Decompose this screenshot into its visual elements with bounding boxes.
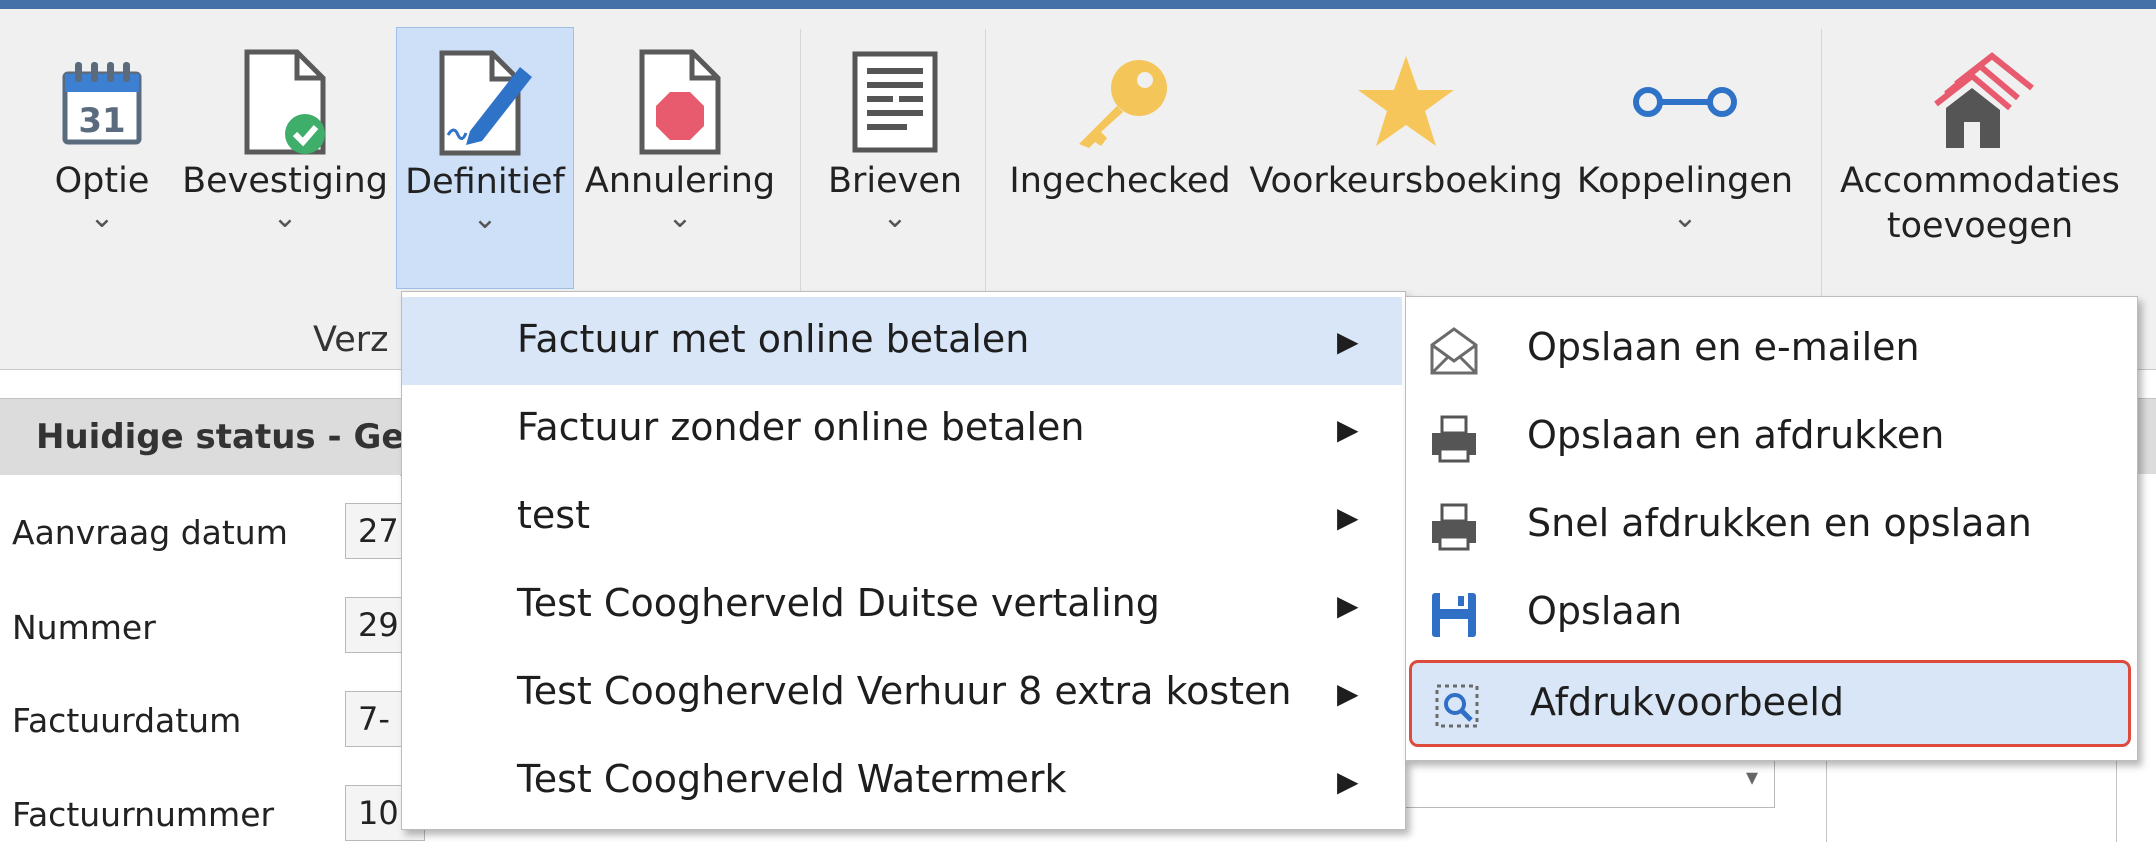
- submenu-item-label: Afdrukvoorbeeld: [1530, 680, 1845, 724]
- chevron-down-icon: ⌄: [667, 200, 693, 235]
- menu-item-test-coogherveld-duitse-vertaling[interactable]: Test Coogherveld Duitse vertaling ▶: [402, 561, 1402, 649]
- ingechecked-label: Ingechecked: [1009, 161, 1231, 201]
- submenu-arrow-icon: ▶: [1337, 413, 1359, 446]
- brieven-button[interactable]: Brieven ⌄: [820, 27, 970, 289]
- submenu-item-label: Opslaan: [1527, 589, 1683, 633]
- menu-item-test-coogherveld-verhuur-8-extra-kosten[interactable]: Test Coogherveld Verhuur 8 extra kosten …: [402, 649, 1402, 737]
- form-label: Aanvraag datum: [12, 513, 288, 552]
- accommodaties-toevoegen-button[interactable]: Accommodaties toevoegen: [1840, 27, 2120, 289]
- submenu-arrow-icon: ▶: [1337, 589, 1359, 622]
- submenu-arrow-icon: ▶: [1337, 325, 1359, 358]
- chevron-down-icon: ▾: [1745, 763, 1758, 791]
- link-icon: [1580, 47, 1790, 157]
- accommodaties-label-line2: toevoegen: [1886, 206, 2074, 246]
- submenu-item-afdrukvoorbeeld[interactable]: Afdrukvoorbeeld: [1409, 660, 2131, 747]
- menu-item-factuur-zonder-online-betalen[interactable]: Factuur zonder online betalen ▶: [402, 385, 1402, 473]
- chevron-down-icon: ⌄: [472, 201, 498, 236]
- form-label: Factuurnummer: [12, 795, 275, 834]
- print-preview-icon: [1431, 680, 1483, 732]
- definitief-label: Definitief: [405, 162, 565, 202]
- definitief-dropdown-menu: Factuur met online betalen ▶ Factuur zon…: [401, 291, 1406, 830]
- menu-item-label: test: [517, 493, 590, 537]
- envelope-icon: [1428, 325, 1480, 377]
- submenu-arrow-icon: ▶: [1337, 765, 1359, 798]
- save-icon: [1428, 589, 1480, 641]
- ingechecked-button[interactable]: Ingechecked: [1005, 27, 1235, 289]
- calendar-icon: 31: [40, 47, 164, 157]
- houses-icon: [1845, 47, 2115, 157]
- menu-item-factuur-met-online-betalen[interactable]: Factuur met online betalen ▶: [402, 297, 1402, 385]
- factuur-submenu: Opslaan en e-mailen Opslaan en afdrukken…: [1405, 296, 2138, 761]
- optie-button[interactable]: 31 Optie ⌄: [40, 27, 164, 289]
- key-icon: [1005, 47, 1235, 157]
- submenu-arrow-icon: ▶: [1337, 501, 1359, 534]
- bevestiging-label: Bevestiging: [182, 161, 388, 201]
- optie-label: Optie: [54, 161, 150, 201]
- submenu-arrow-icon: ▶: [1337, 677, 1359, 710]
- submenu-item-snel-afdrukken-en-opslaan[interactable]: Snel afdrukken en opslaan: [1406, 481, 2134, 569]
- submenu-item-label: Opslaan en e-mailen: [1527, 325, 1920, 369]
- booking-form: Aanvraag datum 27 Nummer 29 Factuurdatum…: [0, 475, 425, 842]
- chevron-down-icon: ⌄: [272, 200, 298, 235]
- voorkeursboeking-button[interactable]: Voorkeursboeking: [1247, 27, 1565, 289]
- printer-icon: [1428, 413, 1480, 465]
- submenu-item-opslaan[interactable]: Opslaan: [1406, 569, 2134, 657]
- document-check-icon: [190, 47, 380, 157]
- menu-item-label: Factuur zonder online betalen: [517, 405, 1085, 449]
- printer-icon: [1428, 501, 1480, 553]
- submenu-item-opslaan-en-e-mailen[interactable]: Opslaan en e-mailen: [1406, 305, 2134, 393]
- submenu-item-label: Snel afdrukken en opslaan: [1527, 501, 2032, 545]
- menu-item-test[interactable]: test ▶: [402, 473, 1402, 561]
- definitief-button[interactable]: Definitief ⌄: [396, 27, 574, 289]
- menu-item-label: Factuur met online betalen: [517, 317, 1030, 361]
- menu-item-label: Test Coogherveld Verhuur 8 extra kosten: [517, 669, 1292, 713]
- menu-item-test-coogherveld-watermerk[interactable]: Test Coogherveld Watermerk ▶: [402, 737, 1402, 825]
- form-label: Factuurdatum: [12, 701, 242, 740]
- koppelingen-label: Koppelingen: [1576, 161, 1794, 201]
- koppelingen-button[interactable]: Koppelingen ⌄: [1576, 27, 1794, 289]
- window-top-border: [0, 0, 2156, 9]
- chevron-down-icon: ⌄: [1672, 200, 1698, 235]
- voorkeursboeking-label: Voorkeursboeking: [1249, 161, 1563, 201]
- chevron-down-icon: ⌄: [89, 200, 115, 235]
- svg-text:31: 31: [78, 101, 125, 141]
- ribbon-group-label: Verz: [313, 320, 389, 360]
- form-label: Nummer: [12, 608, 156, 647]
- letters-icon: [820, 47, 970, 157]
- menu-item-label: Test Coogherveld Duitse vertaling: [517, 581, 1160, 625]
- star-icon: [1247, 47, 1565, 157]
- accommodaties-label-line1: Accommodaties: [1840, 161, 2120, 201]
- document-stop-icon: [585, 47, 775, 157]
- annulering-button[interactable]: Annulering ⌄: [585, 27, 775, 289]
- submenu-item-opslaan-en-afdrukken[interactable]: Opslaan en afdrukken: [1406, 393, 2134, 481]
- annulering-label: Annulering: [584, 161, 776, 201]
- document-sign-icon: [397, 48, 573, 158]
- bevestiging-button[interactable]: Bevestiging ⌄: [182, 27, 388, 289]
- submenu-item-label: Opslaan en afdrukken: [1527, 413, 1945, 457]
- menu-item-label: Test Coogherveld Watermerk: [517, 757, 1067, 801]
- status-title: Huidige status - Ge: [36, 417, 405, 457]
- brieven-label: Brieven: [827, 161, 963, 201]
- chevron-down-icon: ⌄: [882, 200, 908, 235]
